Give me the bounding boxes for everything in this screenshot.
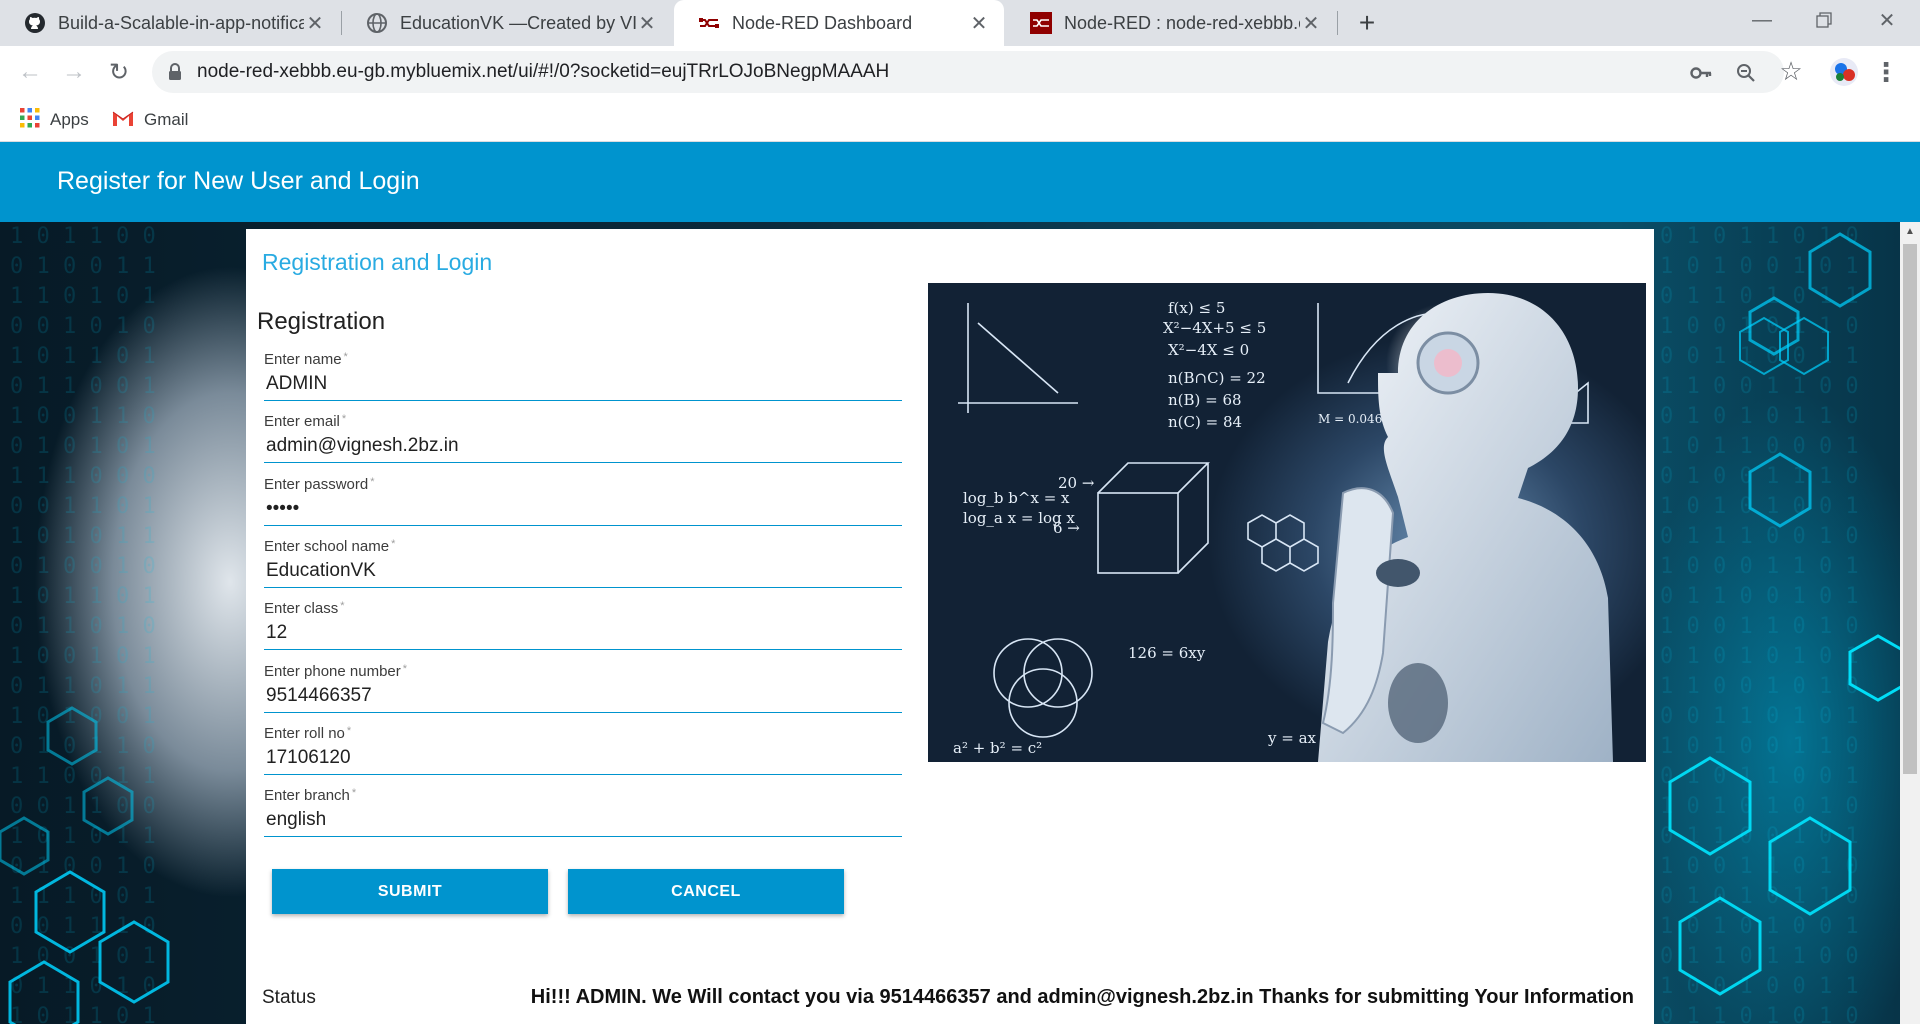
bookmark-gmail[interactable]: Gmail xyxy=(112,106,188,134)
tab-title: Node-RED Dashboard xyxy=(732,12,913,33)
close-tab-icon[interactable]: ✕ xyxy=(1300,12,1322,35)
formula-text: 6 → xyxy=(1053,519,1080,537)
lock-icon xyxy=(168,63,182,86)
tab-title: EducationVK —Created by VIGNE xyxy=(400,12,636,33)
phone-number-field[interactable]: Enter phone number * xyxy=(264,663,902,713)
globe-icon xyxy=(366,12,388,34)
apps-grid-icon xyxy=(20,107,40,133)
robot-figure xyxy=(1318,293,1613,762)
browser-tab-educationvk[interactable]: EducationVK —Created by VIGNE ✕ xyxy=(342,0,672,46)
bookmark-label: Apps xyxy=(50,110,89,129)
submit-button[interactable]: SUBMIT xyxy=(272,869,548,914)
robot-image: f(x) ≤ 5 X²−4X+5 ≤ 5 X²−4X ≤ 0 n(B∩C) = … xyxy=(953,293,1613,762)
section-title: Registration xyxy=(257,308,386,335)
formula-text: 20 → xyxy=(1058,474,1095,492)
url-text: node-red-xebbb.eu-gb.mybluemix.net/ui/#!… xyxy=(197,61,890,82)
key-icon[interactable] xyxy=(1687,59,1715,87)
email-field[interactable]: Enter email * xyxy=(264,413,902,463)
back-icon[interactable]: ← xyxy=(14,56,46,88)
school-name-input[interactable] xyxy=(266,557,896,585)
roll-no-field[interactable]: Enter roll no * xyxy=(264,725,902,775)
browser-tab-node-red-dashboard[interactable]: Node-RED Dashboard ✕ xyxy=(674,0,1004,46)
minimize-icon[interactable]: — xyxy=(1735,0,1789,40)
status-label: Status xyxy=(262,987,316,1008)
forward-icon[interactable]: → xyxy=(58,56,90,88)
school-name-field[interactable]: Enter school name * xyxy=(264,538,902,588)
name-input[interactable] xyxy=(266,370,896,398)
browser-toolbar: ← → ↻ node-red-xebbb.eu-gb.mybluemix.net… xyxy=(0,46,1920,98)
formula-text: f(x) ≤ 5 xyxy=(1168,299,1225,317)
page-viewport: Register for New User and Login 1 0 1 1 … xyxy=(0,142,1920,1024)
field-label: Enter email * xyxy=(264,413,347,430)
gmail-icon xyxy=(112,109,134,132)
browser-tab-node-red-editor[interactable]: Node-RED : node-red-xebbb.eu- ✕ xyxy=(1006,0,1336,46)
hexagon-pattern xyxy=(0,706,170,1024)
formula-text: log_b b^x = x xyxy=(963,489,1070,507)
phone-number-input[interactable] xyxy=(266,682,896,710)
branch-field[interactable]: Enter branch * xyxy=(264,787,902,837)
formula-text: n(B) = 68 xyxy=(1168,391,1242,409)
formula-text: X²−4X+5 ≤ 5 xyxy=(1163,319,1266,337)
bookmark-star-icon[interactable]: ☆ xyxy=(1775,55,1807,87)
class-field[interactable]: Enter class * xyxy=(264,600,902,650)
password-input[interactable] xyxy=(266,495,896,523)
tab-title: Build-a-Scalable-in-app-notificat xyxy=(58,12,304,33)
formula-text: X²−4X ≤ 0 xyxy=(1168,341,1249,359)
address-bar[interactable]: node-red-xebbb.eu-gb.mybluemix.net/ui/#!… xyxy=(152,51,1784,93)
node-red-icon xyxy=(698,12,720,34)
field-label: Enter roll no * xyxy=(264,725,352,742)
bookmark-apps[interactable]: Apps xyxy=(20,106,89,134)
close-tab-icon[interactable]: ✕ xyxy=(968,12,990,35)
close-window-icon[interactable]: ✕ xyxy=(1860,0,1914,40)
menu-kebab-icon[interactable]: ⋮ xyxy=(1870,56,1902,88)
formula-text: a² + b² = c² xyxy=(953,739,1042,757)
page-scrollbar[interactable]: ▲ xyxy=(1900,222,1920,1024)
formula-text: n(B∩C) = 22 xyxy=(1168,369,1266,387)
bookmarks-bar: Apps Gmail xyxy=(0,98,1920,142)
reload-icon[interactable]: ↻ xyxy=(103,56,135,88)
robot-math-illustration: f(x) ≤ 5 X²−4X+5 ≤ 5 X²−4X ≤ 0 n(B∩C) = … xyxy=(928,283,1646,762)
field-label: Enter branch * xyxy=(264,787,357,804)
zoom-icon[interactable] xyxy=(1732,59,1760,87)
tab-divider xyxy=(1337,11,1338,35)
card-title: Registration and Login xyxy=(262,249,493,275)
github-icon xyxy=(24,12,46,34)
roll-no-input[interactable] xyxy=(266,744,896,772)
field-label: Enter class * xyxy=(264,600,345,617)
formula-text: 126 = 6xy xyxy=(1128,644,1206,662)
password-field[interactable]: Enter password * xyxy=(264,476,902,526)
name-field[interactable]: Enter name * xyxy=(264,351,902,401)
field-label: Enter password * xyxy=(264,476,375,493)
close-tab-icon[interactable]: ✕ xyxy=(304,12,326,35)
email-input[interactable] xyxy=(266,432,896,460)
cancel-button[interactable]: CANCEL xyxy=(568,869,844,914)
profile-avatar[interactable] xyxy=(1828,56,1860,88)
formula-text: n(C) = 84 xyxy=(1168,413,1242,431)
field-label: Enter phone number * xyxy=(264,663,408,680)
class-input[interactable] xyxy=(266,619,896,647)
tab-title: Node-RED : node-red-xebbb.eu- xyxy=(1064,12,1300,33)
registration-card: Registration and Login Registration Ente… xyxy=(246,229,1654,1024)
bookmark-label: Gmail xyxy=(144,110,189,129)
dashboard-title: Register for New User and Login xyxy=(57,167,420,195)
restore-icon[interactable] xyxy=(1797,0,1851,40)
scroll-up-arrow-icon[interactable]: ▲ xyxy=(1900,222,1920,240)
field-label: Enter school name * xyxy=(264,538,396,555)
browser-tab-github[interactable]: Build-a-Scalable-in-app-notificat ✕ xyxy=(0,0,340,46)
close-tab-icon[interactable]: ✕ xyxy=(636,12,658,35)
dashboard-toolbar: Register for New User and Login xyxy=(0,142,1920,222)
new-tab-button[interactable]: + xyxy=(1352,7,1382,38)
scrollbar-thumb[interactable] xyxy=(1903,244,1917,774)
field-label: Enter name * xyxy=(264,351,348,368)
hexagon-pattern xyxy=(1668,232,1900,996)
branch-input[interactable] xyxy=(266,806,896,834)
status-message: Hi!!! ADMIN. We Will contact you via 951… xyxy=(530,986,1634,1008)
node-red-red-icon xyxy=(1030,12,1052,34)
tab-strip: Build-a-Scalable-in-app-notificat ✕ Educ… xyxy=(0,0,1920,46)
